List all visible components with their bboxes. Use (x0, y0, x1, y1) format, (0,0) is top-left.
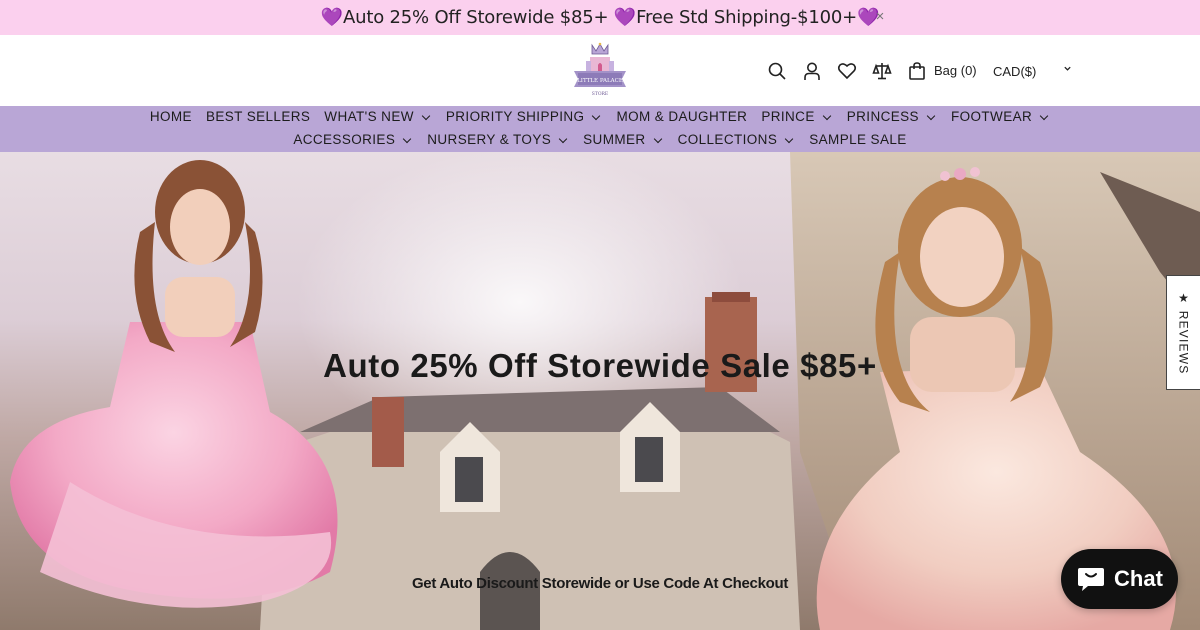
nav-label: COLLECTIONS (677, 132, 778, 147)
nav-label: SAMPLE SALE (809, 132, 907, 147)
nav-item-prince[interactable]: PRINCE (761, 109, 832, 125)
nav-label: PRINCESS (846, 109, 919, 124)
nav-item-collections[interactable]: COLLECTIONS (678, 132, 796, 148)
nav-label: BEST SELLERS (205, 109, 311, 124)
site-header: LITTLE PALACE STORE Bag (0) CAD($) (0, 35, 1200, 106)
nav-row-1: HOME BEST SELLERS WHAT'S NEW PRIORITY SH… (0, 109, 1200, 125)
main-nav: HOME BEST SELLERS WHAT'S NEW PRIORITY SH… (0, 106, 1200, 152)
nav-label: ACCESSORIES (293, 132, 396, 147)
close-icon[interactable]: × (872, 8, 888, 26)
chat-label: Chat (1114, 566, 1163, 591)
currency-selector[interactable]: CAD($) (993, 64, 1073, 79)
chevron-down-icon (592, 111, 601, 120)
chevron-down-icon (421, 111, 431, 120)
svg-text:STORE: STORE (592, 91, 608, 97)
chevron-down-icon (653, 134, 662, 143)
nav-item-nursery-toys[interactable]: NURSERY & TOYS (427, 132, 569, 148)
search-icon[interactable] (766, 60, 788, 82)
nav-item-best-sellers[interactable]: BEST SELLERS (206, 109, 310, 125)
nav-label: SUMMER (583, 132, 646, 147)
bag-icon (906, 60, 928, 82)
chat-bubble-icon (1078, 568, 1105, 591)
chevron-down-icon (784, 134, 794, 143)
wishlist-icon[interactable] (836, 60, 858, 82)
nav-item-home[interactable]: HOME (150, 109, 192, 125)
announcement-bar: 💜Auto 25% Off Storewide $85+ 💜Free Std S… (0, 0, 1200, 35)
hero-subtitle: Get Auto Discount Storewide or Use Code … (411, 575, 789, 592)
hero-background-image (10, 152, 1200, 630)
nav-item-whats-new[interactable]: WHAT'S NEW (324, 109, 432, 125)
nav-item-princess[interactable]: PRINCESS (847, 109, 937, 125)
currency-value: CAD($) (993, 64, 1037, 79)
nav-label: PRIORITY SHIPPING (445, 109, 585, 124)
chat-button[interactable]: Chat (1061, 549, 1178, 609)
nav-label: MOM & DAUGHTER (616, 109, 748, 124)
chevron-down-icon (403, 134, 412, 143)
hero-title: Auto 25% Off Storewide Sale $85+ (323, 347, 877, 384)
compare-icon[interactable] (871, 60, 893, 82)
nav-label: NURSERY & TOYS (427, 132, 552, 147)
bag-label: Bag (0) (934, 63, 977, 78)
nav-item-sample-sale[interactable]: SAMPLE SALE (809, 132, 906, 148)
bag-button[interactable]: Bag (0) (906, 60, 977, 82)
reviews-tab-label: ★ REVIEWS (1176, 290, 1191, 375)
account-icon[interactable] (801, 60, 823, 82)
hero-banner[interactable]: Auto 25% Off Storewide Sale $85+ Get Aut… (0, 152, 1200, 630)
nav-row-2: ACCESSORIES NURSERY & TOYS SUMMER COLLEC… (0, 132, 1200, 148)
chevron-down-icon (926, 111, 936, 120)
chevron-down-icon (1039, 111, 1049, 120)
header-actions: Bag (0) (766, 35, 977, 106)
svg-text:LITTLE PALACE: LITTLE PALACE (577, 78, 623, 84)
announcement-text: 💜Auto 25% Off Storewide $85+ 💜Free Std S… (320, 7, 880, 28)
nav-item-footwear[interactable]: FOOTWEAR (951, 109, 1050, 125)
nav-item-mom-daughter[interactable]: MOM & DAUGHTER (616, 109, 747, 125)
nav-item-priority-shipping[interactable]: PRIORITY SHIPPING (446, 109, 603, 125)
nav-item-summer[interactable]: SUMMER (583, 132, 663, 148)
nav-label: FOOTWEAR (950, 109, 1033, 124)
nav-item-accessories[interactable]: ACCESSORIES (293, 132, 413, 148)
chevron-down-icon (558, 134, 568, 143)
nav-label: HOME (149, 109, 192, 124)
reviews-tab[interactable]: ★ REVIEWS (1166, 275, 1200, 390)
store-logo[interactable]: LITTLE PALACE STORE (568, 41, 632, 99)
chevron-down-icon (822, 111, 831, 120)
chevron-down-icon (1063, 64, 1072, 76)
nav-label: WHAT'S NEW (324, 109, 414, 124)
nav-label: PRINCE (761, 109, 815, 124)
